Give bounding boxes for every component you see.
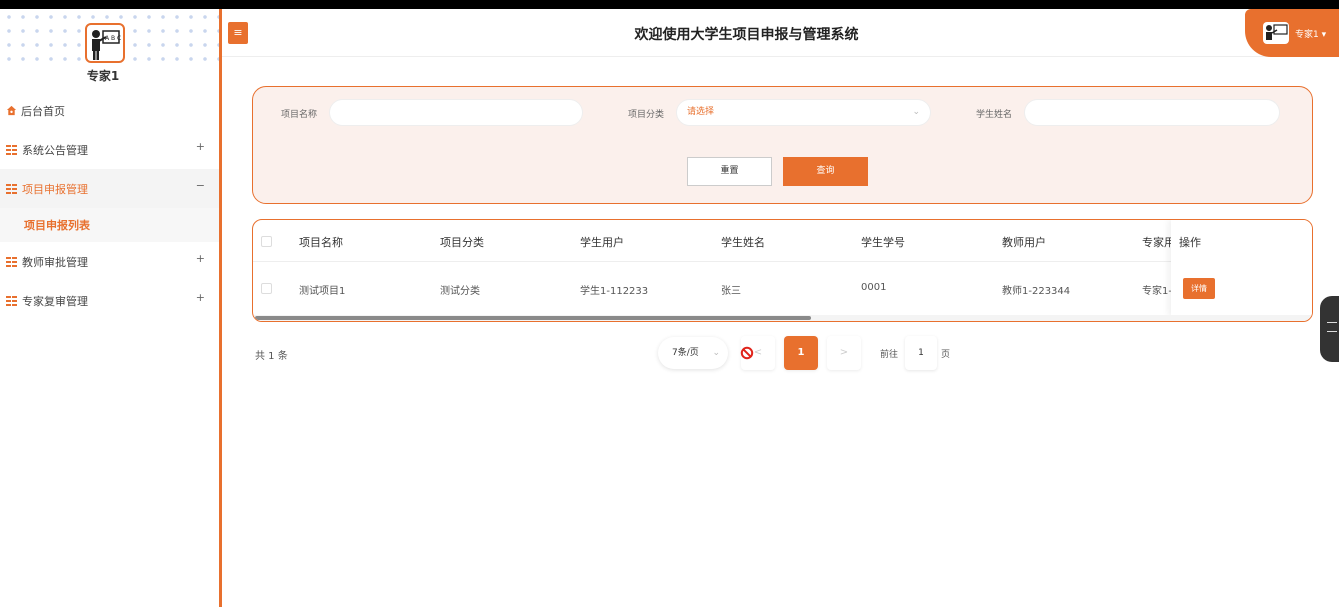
svg-text:A B C: A B C [105, 35, 121, 42]
student-name-label: 学生姓名 [976, 110, 1013, 120]
expand-icon[interactable]: + [196, 140, 205, 153]
select-all-checkbox[interactable] [261, 236, 272, 247]
table-cell: 测试分类 [440, 286, 480, 297]
header: ≡ 欢迎使用大学生项目申报与管理系统 专家1 ▾ [222, 9, 1339, 57]
grid-icon [6, 256, 17, 267]
column-header: 教师用户 [1002, 236, 1046, 249]
horizontal-scrollbar[interactable] [253, 315, 1312, 321]
sidebar-divider [219, 9, 222, 607]
table-cell: 教师1-223344 [1002, 286, 1071, 297]
not-allowed-icon [740, 346, 754, 360]
total-count: 共 1 条 [255, 351, 288, 362]
column-header: 学生姓名 [721, 236, 765, 249]
table-header: 项目名称 项目分类 学生用户 学生姓名 学生学号 教师用户 专家用 [253, 220, 1312, 262]
category-label: 项目分类 [628, 110, 665, 120]
expand-icon[interactable]: + [196, 291, 205, 304]
sidebar-item-home[interactable]: 后台首页 [0, 91, 219, 130]
project-name-label: 项目名称 [281, 110, 318, 120]
list-icon [1327, 322, 1337, 332]
sidebar: A B C 专家1 后台首页 系统公告管理 + 项目申报管理 − 项目申报列表 [0, 9, 219, 607]
row-checkbox[interactable] [261, 283, 272, 294]
category-select[interactable]: 请选择 ⌄ [676, 99, 931, 126]
user-menu[interactable]: 专家1 ▾ [1245, 9, 1339, 57]
sidebar-item-project-application[interactable]: 项目申报管理 − [0, 169, 219, 208]
user-menu-label: 专家1 ▾ [1295, 29, 1327, 40]
page-title: 欢迎使用大学生项目申报与管理系统 [634, 27, 859, 43]
sidebar-menu: 后台首页 系统公告管理 + 项目申报管理 − 项目申报列表 教师审批管理 + 专… [0, 91, 219, 320]
table-cell: 学生1-112233 [580, 286, 649, 297]
avatar[interactable]: A B C [85, 23, 125, 63]
home-icon [6, 105, 17, 116]
query-button[interactable]: 查询 [783, 157, 868, 186]
floating-side-tab[interactable] [1320, 296, 1339, 362]
grid-icon [6, 144, 17, 155]
table-row[interactable]: 测试项目1 测试分类 学生1-112233 张三 0001 教师1-223344… [253, 262, 1312, 316]
sidebar-item-label: 专家复审管理 [22, 294, 88, 308]
column-header: 操作 [1179, 236, 1201, 249]
sidebar-subitem-project-list[interactable]: 项目申报列表 [0, 208, 219, 242]
top-strip [0, 0, 1339, 9]
page-size-value: 7条/页 [672, 348, 699, 358]
page-number-current[interactable]: 1 [784, 336, 818, 370]
chevron-down-icon: ⌄ [912, 107, 920, 117]
project-table: 项目名称 项目分类 学生用户 学生姓名 学生学号 教师用户 专家用 测试项目1 … [252, 219, 1313, 322]
search-panel: 项目名称 项目分类 请选择 ⌄ 学生姓名 重置 查询 [252, 86, 1313, 204]
sidebar-item-label: 项目申报管理 [22, 182, 88, 196]
goto-suffix: 页 [941, 350, 951, 360]
column-header: 学生学号 [861, 236, 905, 249]
expand-icon[interactable]: + [196, 252, 205, 265]
sidebar-item-teacher-approval[interactable]: 教师审批管理 + [0, 242, 219, 281]
detail-button[interactable]: 详情 [1183, 278, 1215, 299]
grid-icon [6, 295, 17, 306]
column-header: 项目名称 [299, 236, 343, 249]
column-header: 项目分类 [440, 236, 484, 249]
goto-label: 前往 [880, 350, 899, 360]
student-name-input[interactable] [1024, 99, 1280, 126]
table-cell: 0001 [861, 282, 887, 293]
next-page-button[interactable]: > [827, 336, 861, 370]
reset-button[interactable]: 重置 [687, 157, 772, 186]
sidebar-item-label: 系统公告管理 [22, 143, 88, 157]
table-cell: 专家1- [1142, 286, 1172, 297]
page-size-select[interactable]: 7条/页 ⌄ [658, 337, 728, 369]
scrollbar-thumb[interactable] [255, 316, 811, 320]
column-header: 学生用户 [580, 236, 624, 249]
sidebar-item-label: 教师审批管理 [22, 255, 88, 269]
sidebar-item-label: 后台首页 [21, 104, 65, 118]
goto-page-input[interactable]: 1 [905, 336, 937, 370]
operation-column: 操作 详情 [1171, 220, 1312, 316]
collapse-icon[interactable]: − [196, 179, 205, 192]
avatar [1263, 22, 1289, 44]
sidebar-user-name: 专家1 [86, 69, 120, 83]
sidebar-item-announcements[interactable]: 系统公告管理 + [0, 130, 219, 169]
grid-icon [6, 183, 17, 194]
chevron-down-icon: ⌄ [712, 348, 720, 358]
table-cell: 张三 [721, 286, 741, 297]
table-cell: 测试项目1 [299, 286, 346, 297]
teacher-avatar-icon: A B C [92, 30, 121, 60]
teacher-avatar-icon [1266, 24, 1288, 40]
sidebar-item-expert-review[interactable]: 专家复审管理 + [0, 281, 219, 320]
category-placeholder: 请选择 [687, 107, 715, 117]
project-name-input[interactable] [329, 99, 583, 126]
